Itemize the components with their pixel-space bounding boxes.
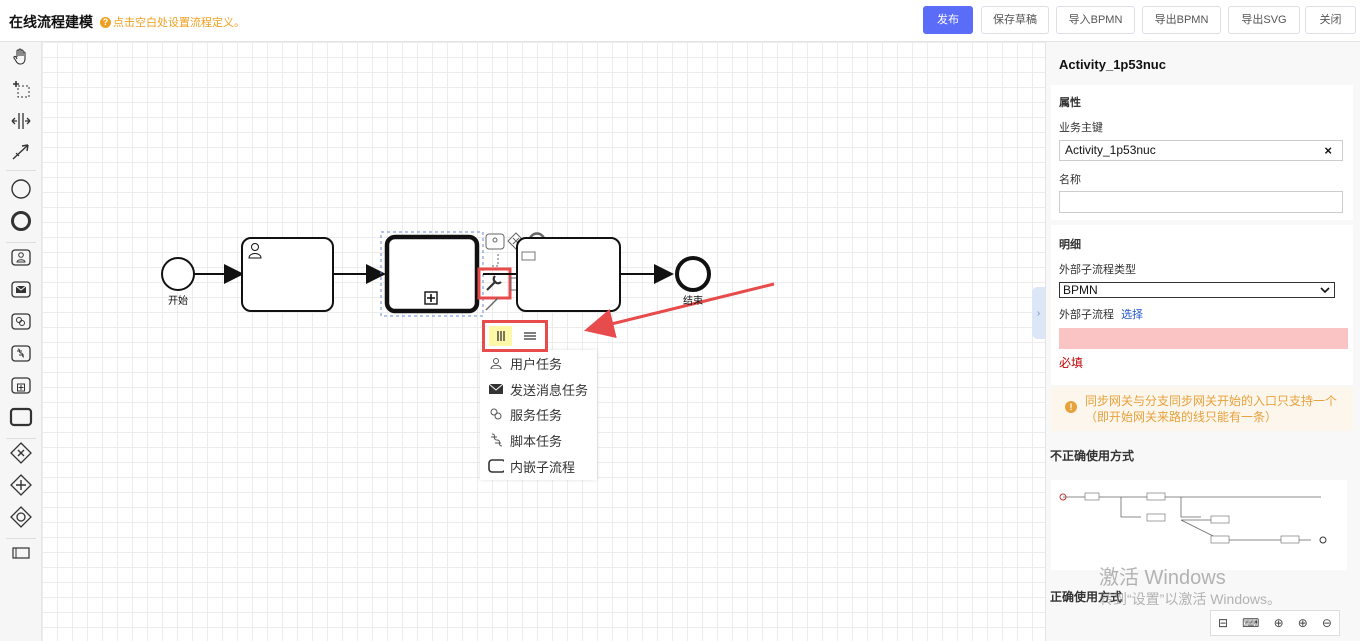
connect-tool-icon[interactable] [8,138,34,164]
name-input[interactable] [1059,191,1343,213]
keyboard-icon[interactable]: ⌨ [1242,616,1259,630]
menu-item-label: 服务任务 [510,407,563,423]
attributes-heading: 属性 [1059,97,1081,109]
sequential-marker-button[interactable] [518,326,541,346]
menu-item-user-task[interactable]: 用户任务 [488,352,562,374]
external-process-label: 外部子流程 选择 [1059,309,1144,321]
export-svg-button[interactable]: 导出SVG [1228,6,1300,34]
external-type-select[interactable]: BPMN [1059,282,1335,298]
activation-watermark: 激活 Windows [1099,567,1226,589]
end-event-label: 结束 [683,296,703,307]
service-task-icon[interactable] [8,309,34,335]
business-key-input[interactable]: Activity_1p53nuc × [1059,140,1343,161]
text-annotation-icon[interactable] [492,254,499,267]
activation-watermark-sub: 转到“设置”以激活 Windows。 [1099,591,1282,607]
publish-button[interactable]: 发布 [923,6,973,34]
minimap-icon[interactable]: ⊟ [1218,616,1228,630]
menu-item-embedded-subprocess[interactable]: 内嵌子流程 [488,455,575,477]
warning-text: 同步网关与分支同步网关开始的入口只支持一个（即开始网关来路的线只能有一条） [1085,394,1338,424]
external-process-field[interactable] [1059,328,1348,349]
send-task-icon[interactable] [8,277,34,303]
export-bpmn-button[interactable]: 导出BPMN [1142,6,1221,34]
envelope-icon [488,383,504,395]
start-event-icon[interactable] [8,176,34,202]
hint-text: ? 点击空白处设置流程定义。 [100,14,245,30]
attributes-section: 属性 业务主键 Activity_1p53nuc × 名称 [1051,85,1353,220]
menu-item-script-task[interactable]: 脚本任务 [488,429,562,451]
menu-item-label: 脚本任务 [510,433,563,449]
clear-icon[interactable]: × [1324,141,1332,160]
subprocess-collapsed-icon[interactable] [8,373,34,399]
menu-item-label: 用户任务 [510,356,563,372]
exclusive-gateway-icon[interactable] [8,440,34,466]
parallel-gateway-icon[interactable] [8,472,34,498]
task-node[interactable] [516,237,621,312]
start-event-label: 开始 [168,296,188,307]
question-icon: ? [100,16,111,28]
script-icon [488,433,504,447]
lasso-tool-icon[interactable] [8,76,34,102]
import-bpmn-button[interactable]: 导入BPMN [1056,6,1135,34]
hand-tool-icon[interactable] [8,44,34,70]
user-icon [488,357,504,369]
ad-hoc-marker-button[interactable] [489,326,512,346]
app-root: 在线流程建模 ? 点击空白处设置流程定义。 发布 保存草稿 导入BPMN 导出B… [0,0,1360,641]
chevron-down-icon [1320,287,1330,294]
start-event[interactable] [161,257,195,291]
menu-item-service-task[interactable]: 服务任务 [488,403,562,425]
palette [0,42,42,641]
canvas-zoom-toolbar: ⊟ ⌨ ⊕ ⊕ ⊖ [1210,610,1340,636]
end-event[interactable] [675,256,711,292]
incorrect-usage-title: 不正确使用方式 [1050,449,1135,463]
properties-panel: Activity_1p53nuc 属性 业务主键 Activity_1p53nu… [1045,42,1360,641]
menu-item-label: 内嵌子流程 [510,459,576,475]
panel-collapse-chevron-icon[interactable]: › [1032,287,1045,339]
wrench-icon[interactable] [486,275,502,291]
inclusive-gateway-icon[interactable] [8,504,34,530]
business-key-label: 业务主键 [1059,122,1103,134]
user-task-icon[interactable] [8,245,34,271]
top-toolbar: 在线流程建模 ? 点击空白处设置流程定义。 发布 保存草稿 导入BPMN 导出B… [0,0,1360,42]
element-id-title: Activity_1p53nuc [1059,57,1166,72]
user-task[interactable] [241,237,334,312]
connect-icon[interactable] [485,297,499,311]
replace-menu: 用户任务 发送消息任务 服务任务 脚本任务 内嵌子流程 [480,350,597,480]
sub-process[interactable] [384,234,480,314]
subprocess-expanded-icon[interactable] [8,404,34,430]
menu-item-send-task[interactable]: 发送消息任务 [488,378,588,400]
details-section: 明细 外部子流程类型 BPMN 外部子流程 选择 必填 [1051,225,1353,385]
participant-icon[interactable] [8,540,34,566]
select-link[interactable]: 选择 [1121,309,1143,321]
zoom-out-icon[interactable]: ⊖ [1322,616,1332,630]
menu-toggle-group [482,320,548,352]
script-task-icon[interactable] [8,341,34,367]
name-label: 名称 [1059,174,1081,186]
incorrect-usage-diagram [1051,480,1347,570]
required-text: 必填 [1059,356,1084,370]
details-heading: 明细 [1059,239,1081,251]
app-title: 在线流程建模 [9,14,93,30]
fit-view-icon[interactable]: ⊕ [1274,616,1284,630]
end-event-icon[interactable] [8,208,34,234]
close-button[interactable]: 关闭 [1305,6,1356,34]
save-draft-button[interactable]: 保存草稿 [981,6,1049,34]
hint-label: 点击空白处设置流程定义。 [113,17,245,29]
zoom-in-icon[interactable]: ⊕ [1298,616,1308,630]
external-type-label: 外部子流程类型 [1059,264,1136,276]
menu-item-label: 发送消息任务 [510,382,589,398]
gear-icon [488,407,504,421]
rounded-rect-icon [488,459,504,473]
gateway-warning: ! 同步网关与分支同步网关开始的入口只支持一个（即开始网关来路的线只能有一条） [1051,387,1353,431]
space-tool-icon[interactable] [8,108,34,134]
warning-icon: ! [1065,401,1077,413]
